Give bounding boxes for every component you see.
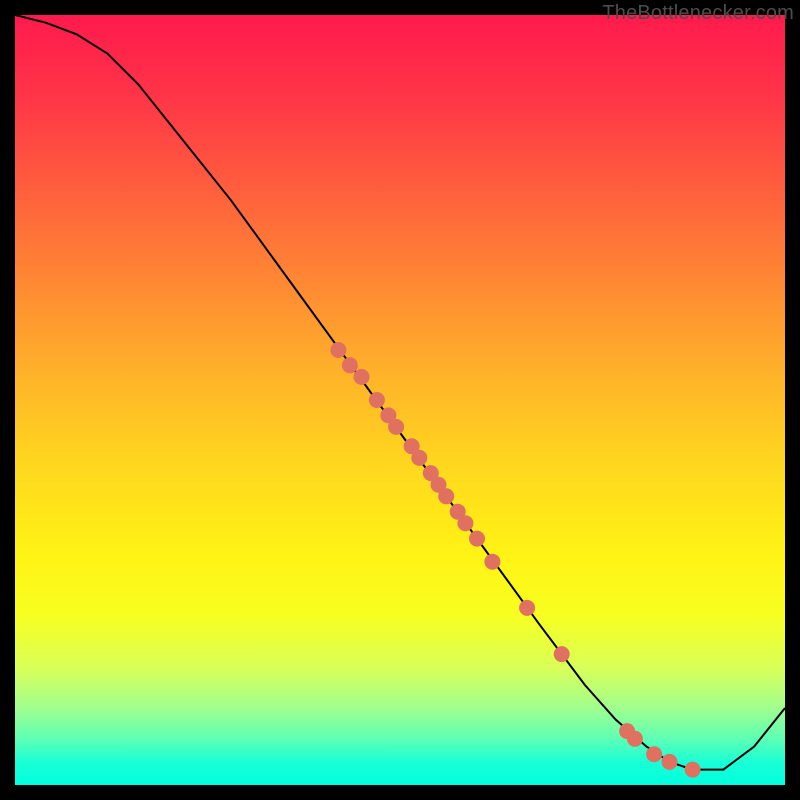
data-point [354, 369, 370, 385]
data-point [369, 392, 385, 408]
data-point [662, 754, 678, 770]
watermark-text: TheBottlenecker.com [602, 2, 794, 25]
data-point [519, 600, 535, 616]
plot-svg [15, 15, 785, 785]
data-point [438, 488, 454, 504]
plot-area [15, 15, 785, 785]
data-point [554, 646, 570, 662]
data-point [388, 419, 404, 435]
data-point [484, 554, 500, 570]
data-point [627, 731, 643, 747]
data-points [330, 342, 700, 778]
bottleneck-curve [15, 15, 785, 770]
chart-root: TheBottlenecker.com [0, 0, 800, 800]
data-point [411, 450, 427, 466]
data-point [646, 746, 662, 762]
data-point [685, 762, 701, 778]
data-point [457, 515, 473, 531]
data-point [342, 357, 358, 373]
data-point [330, 342, 346, 358]
data-point [469, 531, 485, 547]
